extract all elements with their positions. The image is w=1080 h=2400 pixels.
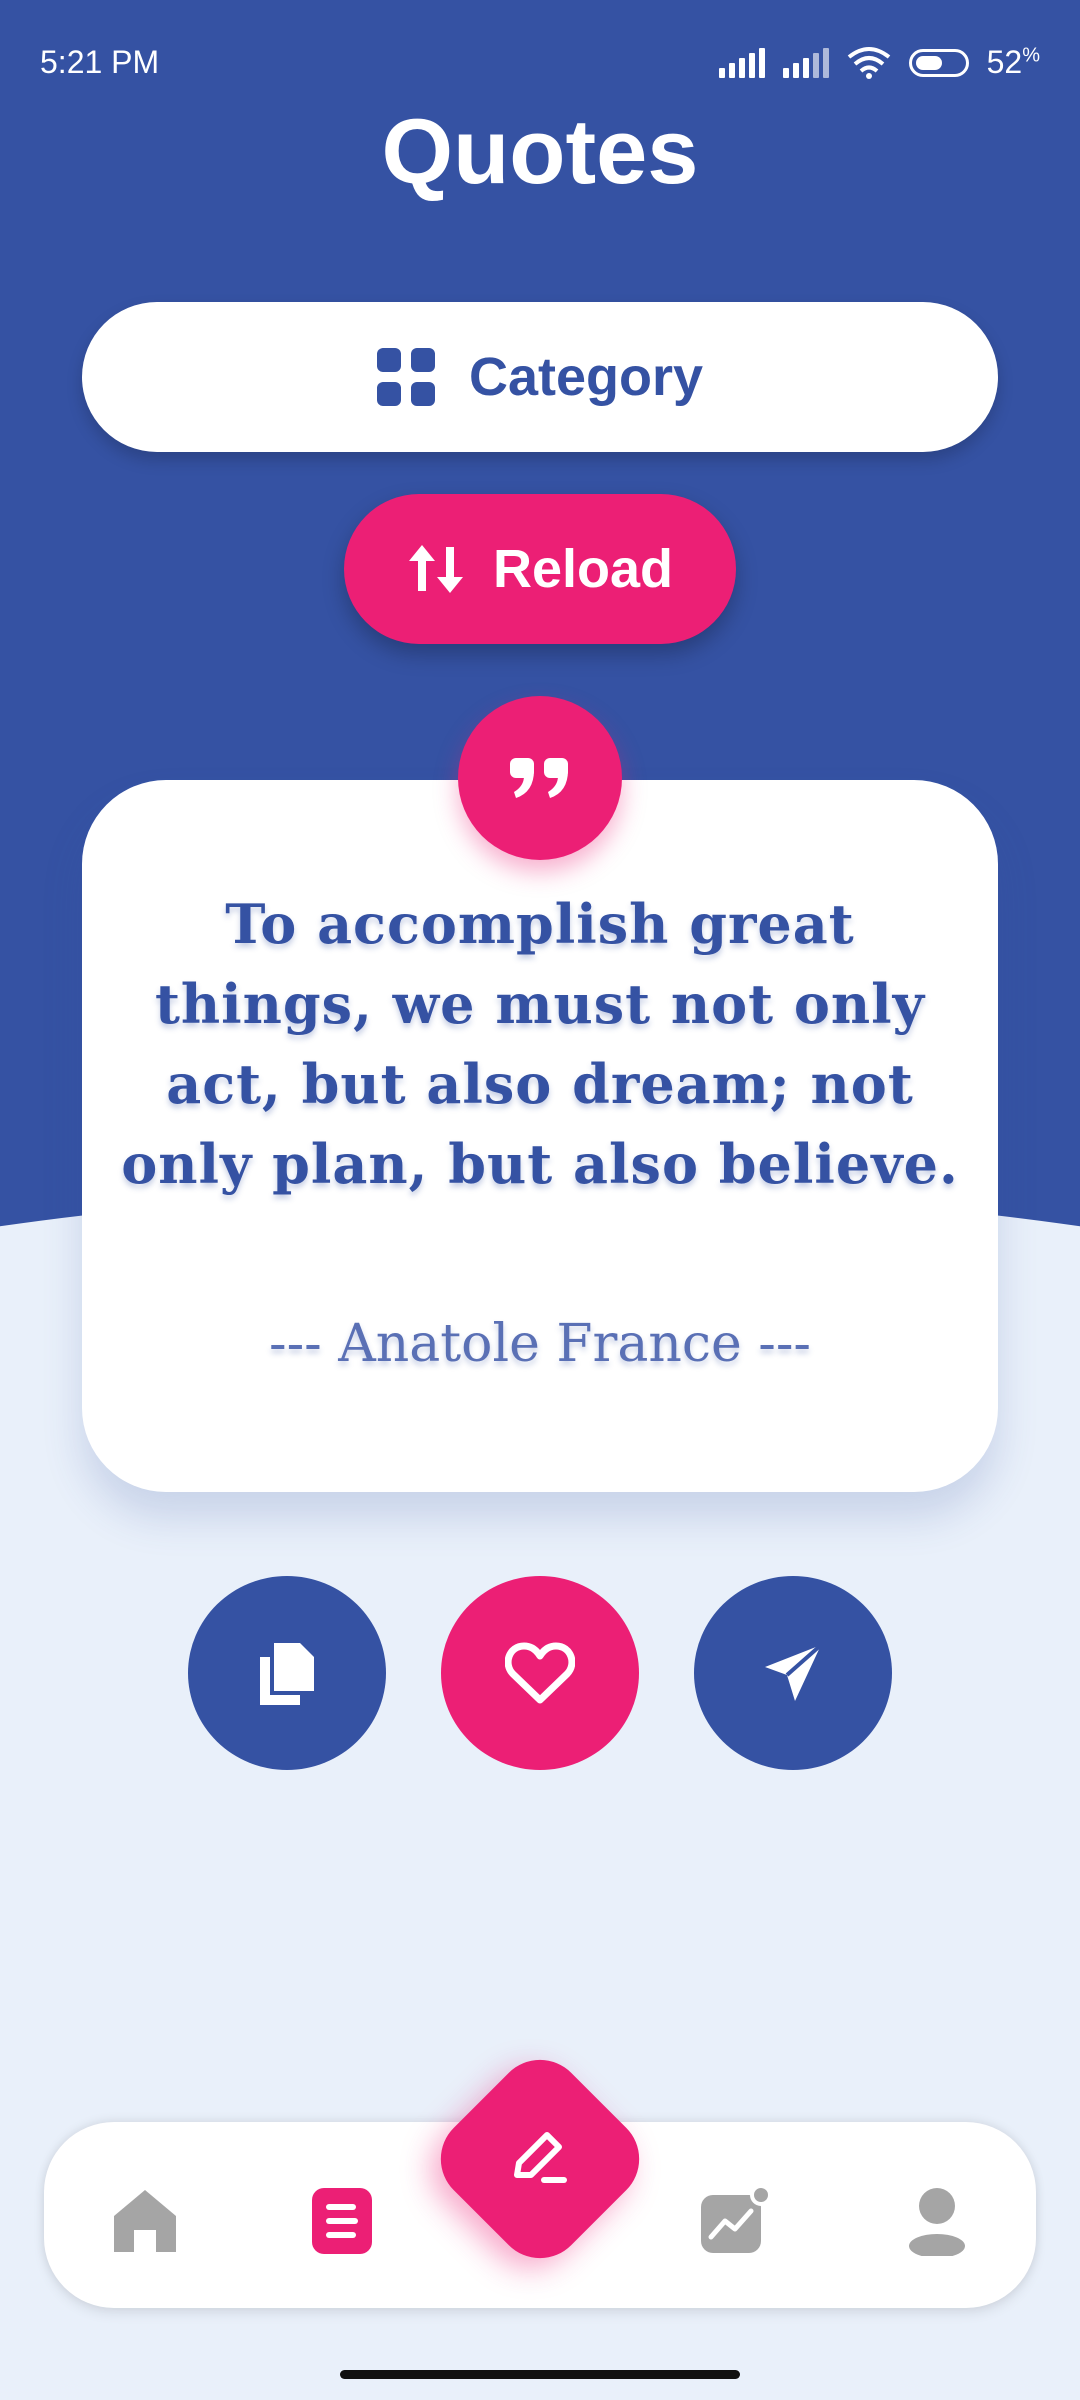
status-icons: 52% (718, 44, 1040, 81)
quote-text: To accomplish great things, we must not … (121, 892, 959, 1196)
reload-button[interactable]: Reload (344, 494, 736, 644)
battery-level: 52% (986, 44, 1040, 80)
home-indicator (340, 2370, 740, 2379)
category-label: Category (468, 347, 704, 407)
grid-icon (376, 348, 435, 406)
category-button[interactable]: Category (82, 302, 998, 452)
favorite-button[interactable] (441, 1576, 639, 1770)
nav-profile[interactable] (892, 2176, 982, 2266)
page-title: Quotes (381, 101, 699, 203)
copy-button[interactable] (188, 1576, 386, 1770)
nav-quotes[interactable] (297, 2176, 387, 2266)
quote-badge (458, 696, 622, 860)
quote-author: --- Anatole France --- (269, 1314, 811, 1374)
home-icon (114, 2190, 176, 2252)
nav-home[interactable] (100, 2176, 190, 2266)
reload-label: Reload (492, 539, 674, 599)
share-button[interactable] (694, 1576, 892, 1770)
send-icon (765, 1643, 823, 1701)
nav-stats[interactable] (690, 2176, 780, 2266)
profile-icon (909, 2188, 965, 2256)
heart-icon (505, 1642, 575, 1704)
stats-icon (701, 2185, 772, 2253)
signal-icon (718, 47, 765, 78)
status-time: 5:21 PM (40, 44, 160, 80)
quotes-icon (312, 2188, 372, 2254)
wifi-icon (847, 46, 890, 79)
copy-icon (260, 1643, 314, 1705)
quote-icon (510, 758, 568, 798)
sort-icon (408, 545, 463, 593)
edit-icon (500, 2118, 580, 2198)
signal-icon-2 (782, 47, 829, 78)
battery-icon (908, 48, 969, 77)
